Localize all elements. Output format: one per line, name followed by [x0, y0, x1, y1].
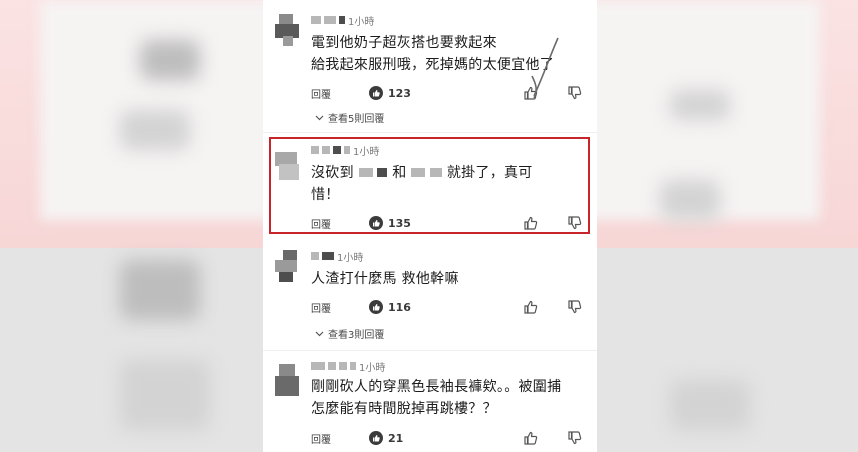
like-number: 123 — [388, 86, 411, 100]
comment-meta: 1小時 — [311, 13, 375, 28]
comment-item: 1小時 剛剛砍人的穿黑色長袖長褲欸。。被圍捕 怎麼能有時間脫掉再跳樓？？ 回覆 … — [263, 356, 597, 452]
avatar — [275, 364, 301, 398]
reply-button[interactable]: 回覆 — [311, 300, 369, 315]
like-icon — [369, 431, 383, 445]
thumbs-down-icon[interactable] — [567, 299, 583, 315]
like-number: 21 — [388, 431, 404, 445]
comment-line: 剛剛砍人的穿黑色長袖長褲欸。。被圍捕 — [311, 379, 562, 395]
comment-time: 1小時 — [359, 362, 386, 374]
like-count: 21 — [369, 431, 403, 445]
blur-blob — [120, 360, 210, 430]
username-redacted — [328, 362, 336, 370]
blur-blob — [140, 40, 200, 80]
comment-time: 1小時 — [348, 16, 375, 28]
chevron-down-icon — [315, 115, 324, 120]
blur-blob — [120, 110, 190, 150]
blur-blob — [670, 380, 750, 430]
view-replies-link[interactable]: 查看3則回覆 — [315, 326, 385, 341]
username-redacted — [324, 16, 336, 24]
comment-line: 怎麼能有時間脫掉再跳樓？？ — [311, 401, 497, 417]
username-redacted — [311, 252, 319, 260]
comment-text: 人渣打什麼馬 救他幹嘛 — [311, 268, 591, 290]
username-redacted — [350, 362, 356, 370]
like-count: 116 — [369, 300, 411, 314]
username-redacted — [311, 362, 325, 370]
highlight-box — [269, 137, 590, 234]
reply-button[interactable]: 回覆 — [311, 86, 369, 101]
comment-line: 人渣打什麼馬 救他幹嘛 — [311, 271, 459, 287]
comment-meta: 1小時 — [311, 249, 364, 264]
comment-meta: 1小時 — [311, 359, 386, 374]
divider — [263, 350, 597, 351]
avatar — [275, 14, 301, 48]
comment-actions: 回覆 116 — [311, 298, 591, 316]
comment-item: 1小時 人渣打什麼馬 救他幹嘛 回覆 116 查看3則回覆 — [263, 246, 597, 346]
blur-blob — [120, 260, 200, 320]
blur-blob — [670, 90, 730, 120]
scribble-mark — [531, 37, 559, 99]
like-icon — [369, 300, 383, 314]
comment-actions: 回覆 21 — [311, 429, 591, 447]
avatar — [275, 250, 301, 284]
blur-blob — [660, 180, 720, 220]
username-redacted — [339, 362, 347, 370]
chevron-down-icon — [315, 331, 324, 336]
view-replies-link[interactable]: 查看5則回覆 — [315, 110, 385, 125]
username-redacted — [311, 16, 321, 24]
divider — [263, 132, 597, 133]
username-redacted — [322, 252, 334, 260]
thumbs-down-icon[interactable] — [567, 430, 583, 446]
thumbs-down-icon[interactable] — [567, 85, 583, 101]
like-icon — [369, 86, 383, 100]
like-number: 116 — [388, 300, 411, 314]
view-replies-label: 查看3則回覆 — [328, 329, 385, 341]
like-count: 123 — [369, 86, 411, 100]
view-replies-label: 查看5則回覆 — [328, 113, 385, 125]
thumbs-up-icon[interactable] — [523, 430, 539, 446]
reply-button[interactable]: 回覆 — [311, 431, 369, 446]
thumbs-up-icon[interactable] — [523, 299, 539, 315]
username-redacted — [339, 16, 345, 24]
comment-text: 剛剛砍人的穿黑色長袖長褲欸。。被圍捕 怎麼能有時間脫掉再跳樓？？ — [311, 376, 591, 420]
comment-time: 1小時 — [337, 252, 364, 264]
